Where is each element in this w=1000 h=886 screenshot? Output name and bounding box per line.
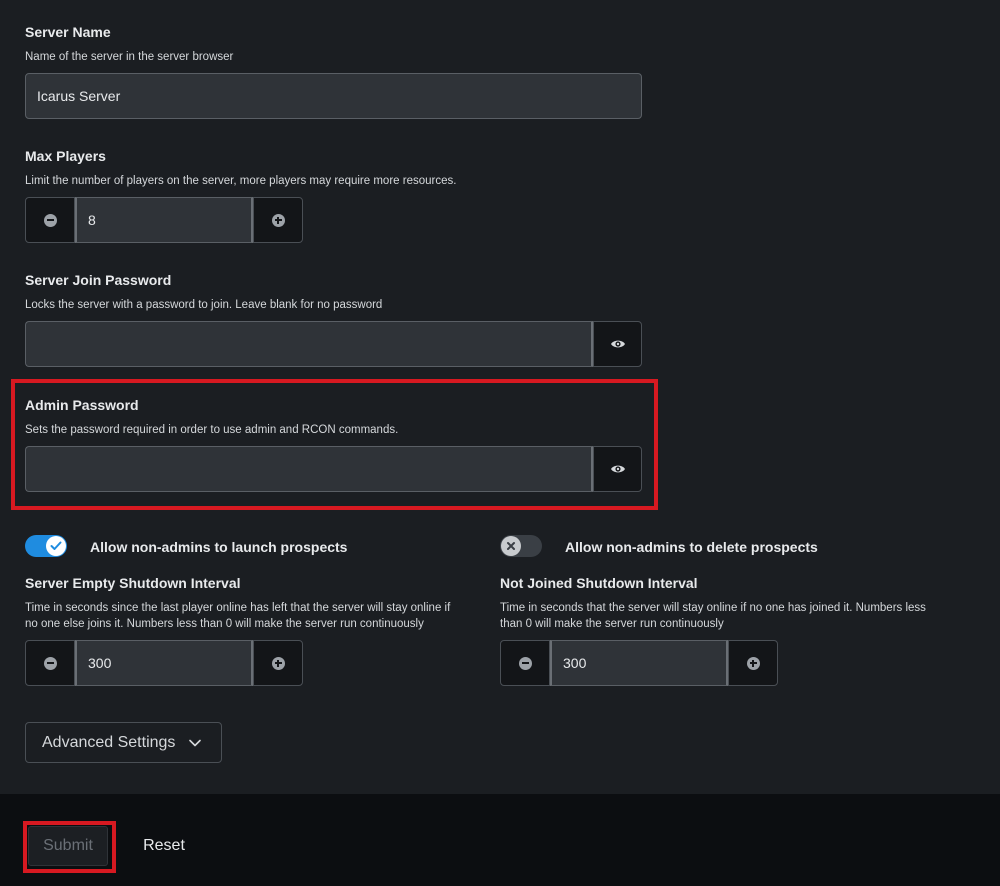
not-joined-shutdown-decrement-button[interactable] bbox=[500, 640, 550, 686]
not-joined-shutdown-label: Not Joined Shutdown Interval bbox=[500, 575, 698, 591]
minus-circle-icon bbox=[43, 656, 57, 670]
minus-circle-icon bbox=[43, 213, 57, 227]
max-players-decrement-button[interactable] bbox=[25, 197, 75, 243]
toggle-knob bbox=[46, 536, 66, 556]
delete-prospects-label: Allow non-admins to delete prospects bbox=[565, 539, 818, 555]
max-players-label: Max Players bbox=[25, 148, 106, 164]
admin-password-reveal-button[interactable] bbox=[593, 446, 642, 492]
settings-form: Server Name Name of the server in the se… bbox=[0, 0, 1000, 794]
join-password-label: Server Join Password bbox=[25, 272, 172, 288]
max-players-input[interactable] bbox=[75, 197, 253, 243]
admin-password-label: Admin Password bbox=[25, 397, 139, 413]
not-joined-shutdown-input[interactable] bbox=[550, 640, 728, 686]
launch-prospects-label: Allow non-admins to launch prospects bbox=[90, 539, 348, 555]
server-name-description: Name of the server in the server browser bbox=[25, 51, 234, 63]
not-joined-shutdown-description-line2: than 0 will make the server run continuo… bbox=[500, 618, 724, 630]
chevron-down-icon bbox=[189, 739, 202, 746]
max-players-description: Limit the number of players on the serve… bbox=[25, 175, 457, 187]
reset-button[interactable]: Reset bbox=[130, 826, 198, 866]
admin-password-input[interactable] bbox=[25, 446, 593, 492]
empty-shutdown-input[interactable] bbox=[75, 640, 253, 686]
not-joined-shutdown-description-line1: Time in seconds that the server will sta… bbox=[500, 602, 926, 614]
plus-circle-icon bbox=[271, 656, 285, 670]
minus-circle-icon bbox=[518, 656, 532, 670]
empty-shutdown-description-line2: no one else joins it. Numbers less than … bbox=[25, 618, 424, 630]
advanced-settings-button[interactable]: Advanced Settings bbox=[25, 722, 222, 763]
advanced-settings-label: Advanced Settings bbox=[42, 733, 176, 751]
empty-shutdown-decrement-button[interactable] bbox=[25, 640, 75, 686]
admin-password-description: Sets the password required in order to u… bbox=[25, 424, 399, 436]
plus-circle-icon bbox=[746, 656, 760, 670]
join-password-description: Locks the server with a password to join… bbox=[25, 299, 383, 311]
plus-circle-icon bbox=[271, 213, 285, 227]
empty-shutdown-description-line1: Time in seconds since the last player on… bbox=[25, 602, 451, 614]
server-name-label: Server Name bbox=[25, 24, 111, 40]
not-joined-shutdown-stepper bbox=[500, 640, 778, 686]
not-joined-shutdown-increment-button[interactable] bbox=[728, 640, 778, 686]
close-icon bbox=[507, 542, 515, 550]
toggle-knob bbox=[501, 536, 521, 556]
eye-icon bbox=[610, 340, 625, 348]
join-password-input[interactable] bbox=[25, 321, 593, 367]
join-password-reveal-button[interactable] bbox=[593, 321, 642, 367]
check-icon bbox=[50, 541, 62, 550]
eye-icon bbox=[610, 465, 625, 473]
launch-prospects-toggle[interactable] bbox=[25, 535, 67, 557]
empty-shutdown-label: Server Empty Shutdown Interval bbox=[25, 575, 241, 591]
submit-button[interactable]: Submit bbox=[28, 826, 108, 866]
server-name-input[interactable] bbox=[25, 73, 642, 119]
max-players-stepper bbox=[25, 197, 303, 243]
empty-shutdown-stepper bbox=[25, 640, 303, 686]
empty-shutdown-increment-button[interactable] bbox=[253, 640, 303, 686]
delete-prospects-toggle[interactable] bbox=[500, 535, 542, 557]
max-players-increment-button[interactable] bbox=[253, 197, 303, 243]
